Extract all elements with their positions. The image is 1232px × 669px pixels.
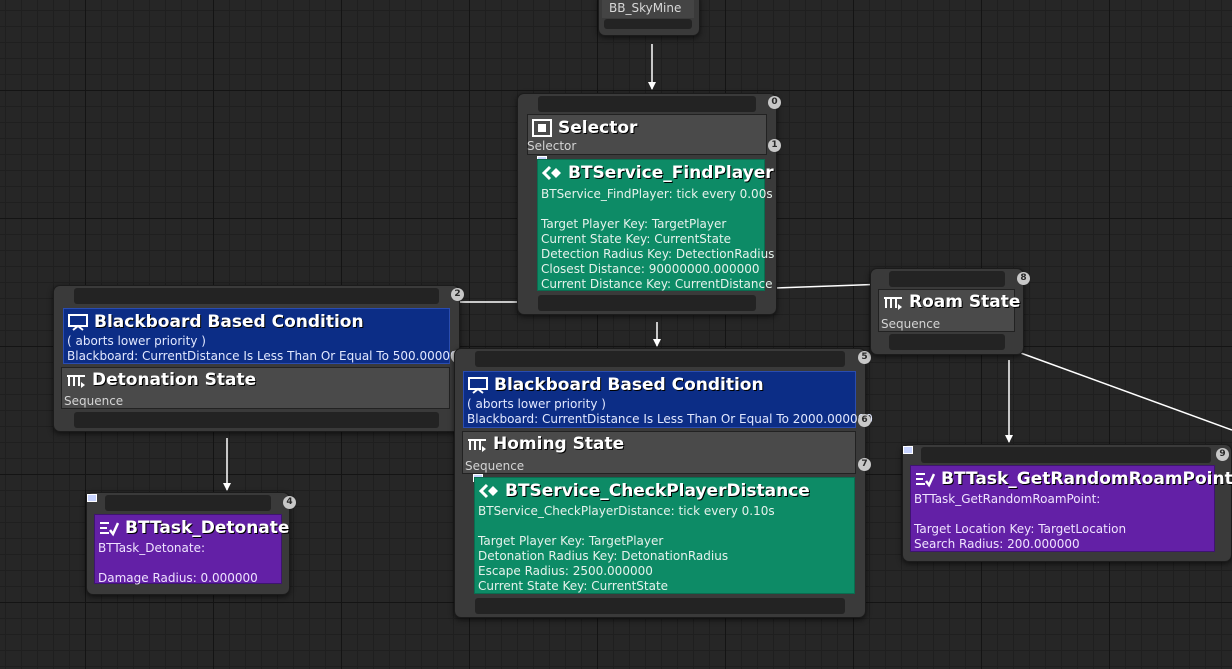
homing-index-badge: 6 (858, 414, 871, 427)
selector-node[interactable]: 0 Selector Selector 1 BTService_FindPlay… (517, 93, 781, 315)
roam-task-input-pin[interactable] (921, 447, 1211, 463)
roam-title: Roam State (909, 292, 1021, 312)
homing-decorator-title: Blackboard Based Condition (494, 375, 764, 395)
sequence-icon (883, 293, 903, 311)
roam-output-pin[interactable] (889, 334, 1005, 350)
homing-decorator-badge: 5 (858, 351, 871, 364)
checkplayer-line-4: Escape Radius: 2500.000000 (478, 564, 653, 578)
selector-title: Selector (558, 118, 638, 138)
task-marker-icon (87, 494, 97, 502)
detonate-input-pin[interactable] (105, 495, 271, 511)
detonation-decorator-line1: ( aborts lower priority ) (67, 334, 206, 348)
decorator-icon (468, 376, 488, 394)
roam-index-badge: 8 (1017, 272, 1030, 285)
roam-subtitle: Sequence (881, 317, 941, 331)
homing-decorator-line1: ( aborts lower priority ) (467, 397, 606, 411)
root-output-pin[interactable] (604, 19, 692, 29)
findplayer-title: BTService_FindPlayer (568, 163, 774, 183)
findplayer-line-4: Detection Radius Key: DetectionRadius (541, 247, 775, 261)
detonation-decorator[interactable]: Blackboard Based Condition ( aborts lowe… (63, 308, 465, 364)
detonate-line-2: Damage Radius: 0.000000 (98, 571, 258, 585)
detonation-node[interactable]: 2 Blackboard Based Condition ( aborts lo… (53, 285, 465, 432)
detonation-composite[interactable]: Detonation State Sequence (61, 367, 450, 409)
detonation-decorator-line2: Blackboard: CurrentDistance Is Less Than… (67, 349, 466, 363)
checkplayer-line-5: Current State Key: CurrentState (478, 579, 669, 593)
decorator-icon (68, 313, 88, 331)
roam-task-title: BTTask_GetRandomRoamPoint (941, 469, 1232, 489)
detonate-title: BTTask_Detonate (125, 518, 290, 538)
roam-input-pin[interactable] (889, 271, 1005, 287)
homing-output-pin[interactable] (475, 598, 845, 614)
checkplayer-line-2: Target Player Key: TargetPlayer (478, 534, 664, 548)
roam-task-line-0: BTTask_GetRandomRoamPoint: (914, 492, 1101, 506)
sequence-icon (467, 435, 487, 453)
homing-title: Homing State (493, 434, 625, 454)
selector-input-pin[interactable] (538, 96, 756, 112)
findplayer-line-0: BTService_FindPlayer: tick every 0.00s (541, 187, 773, 201)
detonation-output-pin[interactable] (74, 412, 439, 428)
roam-task[interactable]: BTTask_GetRandomRoamPoint BTTask_GetRand… (910, 465, 1232, 552)
detonation-decorator-title: Blackboard Based Condition (94, 312, 364, 332)
detonate-task-node[interactable]: 4 BTTask_Detonate BTTask_Detonate: Damag… (86, 492, 296, 595)
detonate-task[interactable]: BTTask_Detonate BTTask_Detonate: Damage … (94, 514, 289, 585)
selector-output-pin[interactable] (538, 295, 756, 311)
checkplayer-line-0: BTService_CheckPlayerDistance: tick ever… (478, 504, 775, 518)
findplayer-line-6: Current Distance Key: CurrentDistance (541, 277, 773, 291)
checkplayer-line-3: Detonation Radius Key: DetonationRadius (478, 549, 729, 563)
checkplayer-title: BTService_CheckPlayerDistance (505, 481, 810, 501)
selector-index-badge: 0 (768, 96, 781, 109)
task-icon (915, 470, 936, 488)
detonate-line-0: BTTask_Detonate: (98, 541, 206, 555)
wire-roam-offscreen (1017, 351, 1232, 431)
task-marker-icon (903, 446, 913, 454)
homing-subtitle-badge: 7 (858, 458, 871, 471)
roam-task-line-3: Search Radius: 200.000000 (914, 537, 1080, 551)
checkplayer-service[interactable]: BTService_CheckPlayerDistance BTService_… (474, 477, 855, 594)
roam-task-line-2: Target Location Key: TargetLocation (914, 522, 1127, 536)
detonation-decorator-badge: 2 (451, 288, 464, 301)
task-icon (99, 519, 120, 537)
root-label: BB_SkyMine (609, 1, 682, 15)
detonation-subtitle: Sequence (64, 394, 124, 408)
findplayer-service[interactable]: BTService_FindPlayer BTService_FindPlaye… (537, 159, 774, 291)
detonate-index-badge: 4 (283, 496, 296, 509)
findplayer-line-3: Current State Key: CurrentState (541, 232, 732, 246)
selector-subtitle-badge: 1 (768, 139, 781, 152)
findplayer-line-5: Closest Distance: 90000000.000000 (541, 262, 760, 276)
service-icon (478, 482, 499, 500)
homing-node[interactable]: 5 Blackboard Based Condition ( aborts lo… (454, 348, 873, 618)
selector-icon (532, 119, 552, 137)
homing-input-pin[interactable] (475, 351, 845, 367)
roam-node[interactable]: 8 Roam State Sequence (870, 268, 1030, 355)
service-icon (541, 164, 562, 182)
findplayer-line-2: Target Player Key: TargetPlayer (541, 217, 727, 231)
root-body: BB_SkyMine (602, 0, 694, 18)
homing-composite[interactable]: Homing State Sequence (462, 431, 856, 474)
roam-task-index-badge: 9 (1216, 448, 1229, 461)
homing-subtitle: Sequence (465, 459, 525, 473)
root-node[interactable]: BB_SkyMine (598, 0, 700, 36)
detonation-input-pin[interactable] (74, 288, 439, 304)
roam-composite[interactable]: Roam State Sequence (878, 289, 1020, 332)
homing-decorator-line2: Blackboard: CurrentDistance Is Less Than… (467, 412, 873, 426)
sequence-icon (66, 371, 86, 389)
homing-decorator[interactable]: Blackboard Based Condition ( aborts lowe… (463, 371, 873, 428)
detonation-title: Detonation State (92, 370, 257, 390)
roam-task-node[interactable]: 9 BTTask_GetRandomRoamPoint BTTask_GetRa… (902, 444, 1232, 562)
selector-subtitle: Selector (527, 139, 577, 153)
